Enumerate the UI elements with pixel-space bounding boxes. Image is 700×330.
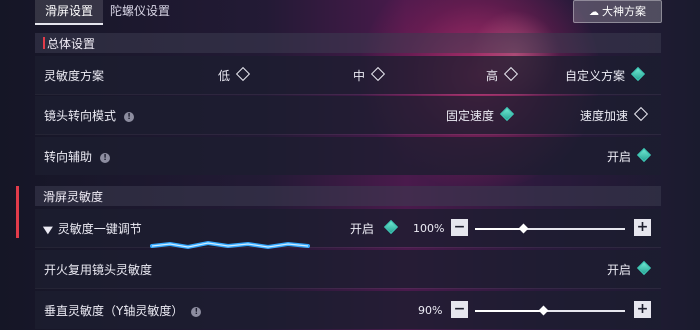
slider-fill	[475, 228, 523, 230]
increase-button[interactable]: +	[634, 301, 651, 318]
row-label: 转向辅助!	[44, 148, 111, 165]
option-speed-accel[interactable]: 速度加速	[580, 106, 649, 124]
slider-handle[interactable]	[518, 223, 529, 234]
diamond-checked-icon	[383, 219, 399, 235]
slider-fill	[475, 310, 543, 312]
option-low[interactable]: 低	[218, 66, 251, 84]
toggle-label: 开启	[607, 150, 632, 164]
option-label: 低	[218, 69, 231, 83]
active-group-indicator	[16, 186, 19, 238]
row-label: 镜头转向模式!	[44, 107, 135, 124]
divider	[35, 134, 661, 135]
row-one-key-adjust: ▼ 灵敏度一键调节 开启 100% − +	[35, 209, 661, 247]
info-icon[interactable]: !	[124, 112, 135, 122]
toggle-label: 开启	[350, 222, 375, 236]
slider-track[interactable]	[475, 305, 625, 316]
option-label: 固定速度	[446, 109, 495, 123]
diamond-radio-icon	[503, 66, 519, 82]
toggle-one-key[interactable]: 开启	[350, 219, 399, 237]
decrease-button[interactable]: −	[451, 301, 468, 318]
toggle-label: 开启	[607, 263, 632, 277]
diamond-radio-icon	[370, 66, 386, 82]
diamond-radio-icon	[633, 106, 649, 122]
row-label: 开火复用镜头灵敏度	[44, 263, 153, 277]
decrease-button[interactable]: −	[451, 219, 468, 236]
info-icon[interactable]: !	[100, 153, 111, 163]
section-overall-header: 总体设置	[35, 33, 661, 53]
option-high[interactable]: 高	[486, 66, 519, 84]
row-fire-reuse: 开火复用镜头灵敏度 开启	[35, 250, 661, 288]
sensitivity-value: 90%	[418, 304, 443, 317]
slider-handle[interactable]	[538, 305, 548, 316]
option-fixed-speed[interactable]: 固定速度	[446, 106, 515, 124]
top-tab-bar: 滑屏设置 陀螺仪设置 ☁ 大神方案	[0, 0, 700, 25]
cloud-icon: ☁	[589, 7, 599, 18]
tab-slide-settings[interactable]: 滑屏设置	[35, 0, 103, 25]
section-accent-bar	[43, 37, 45, 49]
diamond-checked-icon	[499, 106, 515, 122]
section-title: 滑屏灵敏度	[43, 190, 104, 204]
row-label: 灵敏度方案	[44, 69, 105, 83]
row-label: 垂直灵敏度（Y轴灵敏度）!	[44, 302, 202, 319]
info-icon[interactable]: !	[191, 307, 202, 317]
section-slide-header: 滑屏灵敏度	[35, 186, 661, 206]
increase-button[interactable]: +	[634, 219, 651, 236]
diamond-checked-icon	[630, 66, 646, 82]
divider	[35, 288, 661, 289]
slider-track[interactable]	[475, 223, 625, 234]
option-label: 速度加速	[580, 109, 629, 123]
row-label-text: 转向辅助	[44, 150, 93, 164]
option-medium[interactable]: 中	[353, 66, 386, 84]
preset-button-label: 大神方案	[602, 5, 646, 18]
option-label: 自定义方案	[565, 69, 626, 83]
section-title: 总体设置	[47, 37, 96, 51]
preset-button[interactable]: ☁ 大神方案	[573, 0, 662, 23]
divider	[35, 94, 661, 95]
toggle-turn-assist[interactable]: 开启	[607, 147, 652, 165]
row-sensitivity-scheme: 灵敏度方案 低 中 高 自定义方案	[35, 56, 661, 94]
chevron-down-icon[interactable]: ▼	[43, 225, 53, 236]
diamond-checked-icon	[636, 260, 652, 276]
row-label-text: 灵敏度一键调节	[57, 222, 142, 236]
row-turn-assist: 转向辅助! 开启	[35, 137, 661, 175]
row-vertical-sensitivity: 垂直灵敏度（Y轴灵敏度）! 90% − +	[35, 291, 661, 329]
row-camera-turn-mode: 镜头转向模式! 固定速度 速度加速	[35, 96, 661, 134]
row-label-text: 垂直灵敏度（Y轴灵敏度）	[44, 304, 184, 318]
toggle-fire-reuse[interactable]: 开启	[607, 260, 652, 278]
option-label: 高	[486, 69, 499, 83]
divider	[35, 247, 661, 248]
tab-gyro-settings[interactable]: 陀螺仪设置	[110, 0, 170, 23]
row-label: ▼ 灵敏度一键调节	[43, 220, 142, 237]
diamond-radio-icon	[235, 66, 251, 82]
sensitivity-value: 100%	[413, 222, 445, 235]
option-label: 中	[353, 69, 366, 83]
row-label-text: 镜头转向模式	[44, 109, 117, 123]
option-custom[interactable]: 自定义方案	[565, 66, 646, 84]
diamond-checked-icon	[636, 147, 652, 163]
